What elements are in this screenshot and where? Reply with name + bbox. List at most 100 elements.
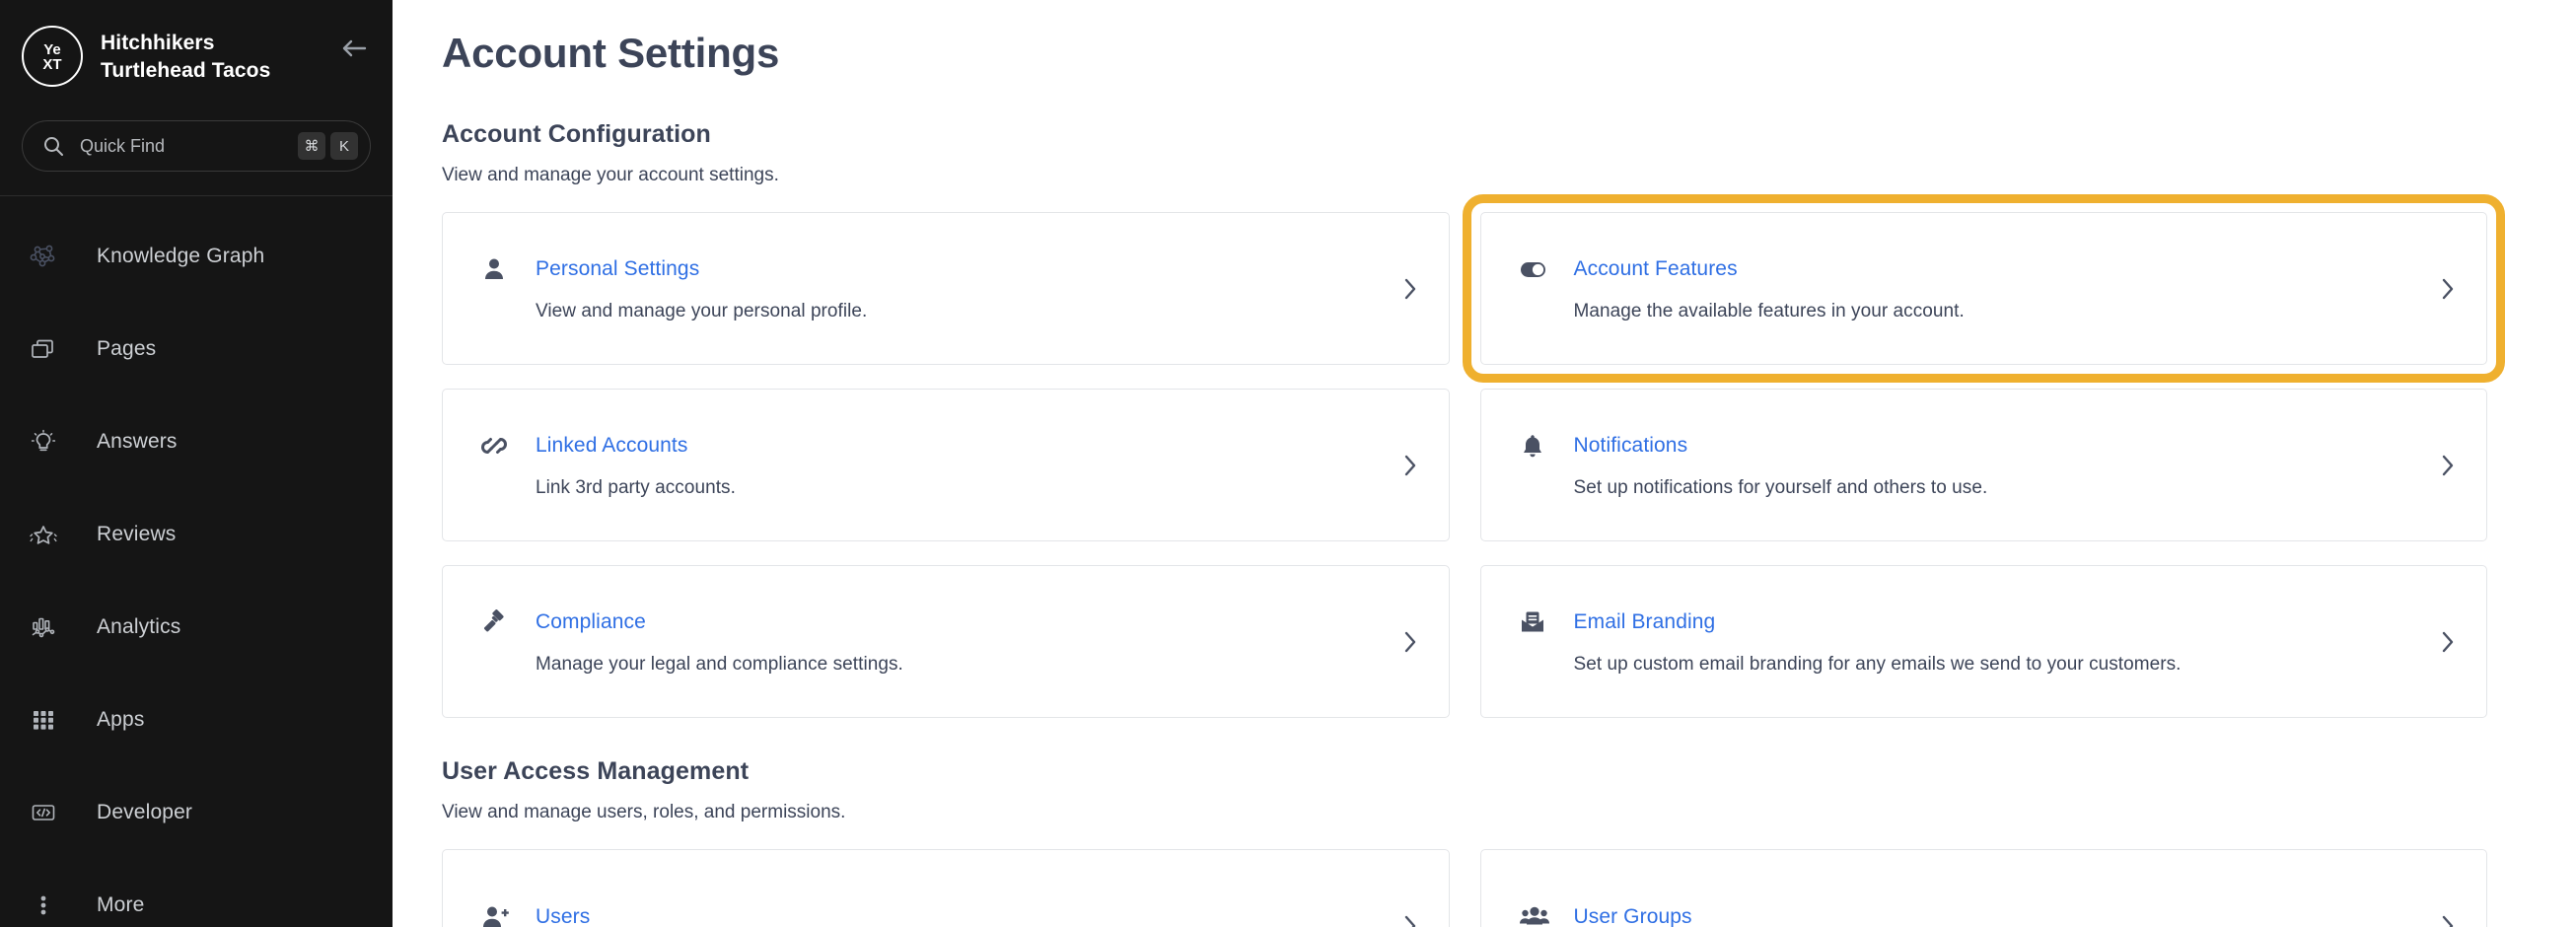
sidebar-item-label: Apps bbox=[97, 708, 145, 731]
code-icon bbox=[22, 798, 65, 827]
card-body: Compliance Manage your legal and complia… bbox=[480, 608, 1382, 676]
pages-icon bbox=[22, 334, 65, 364]
card-description: View and manage your personal profile. bbox=[536, 300, 868, 321]
sidebar-item-apps[interactable]: Apps bbox=[0, 674, 393, 766]
card-body: Email Branding Set up custom email brand… bbox=[1519, 608, 2420, 676]
account-name-line2: Turtlehead Tacos bbox=[101, 58, 271, 82]
card-head: Account Features bbox=[1519, 255, 2420, 283]
chevron-right-icon[interactable] bbox=[1401, 629, 1419, 655]
card-title-link[interactable]: Users bbox=[536, 905, 590, 927]
card-user-groups[interactable]: User Groups bbox=[1479, 849, 2487, 927]
card-description: Link 3rd party accounts. bbox=[536, 476, 736, 498]
card-title-link[interactable]: User Groups bbox=[1574, 905, 1692, 927]
card-body: Notifications Set up notifications for y… bbox=[1519, 432, 2420, 499]
sidebar-item-label: Analytics bbox=[97, 615, 181, 638]
app-root: Ye XT Hitchhikers Turtlehead Tacos Quick… bbox=[0, 0, 2576, 927]
card-head: User Groups bbox=[1519, 903, 2420, 927]
card-notifications[interactable]: Notifications Set up notifications for y… bbox=[1479, 389, 2487, 541]
chevron-right-icon[interactable] bbox=[2439, 913, 2457, 927]
card-slot-account-features: Account Features Manage the available fe… bbox=[1462, 194, 2505, 383]
card-title-link[interactable]: Linked Accounts bbox=[536, 434, 687, 458]
card-title-link[interactable]: Email Branding bbox=[1574, 610, 1716, 634]
card-body: Linked Accounts Link 3rd party accounts. bbox=[480, 432, 1382, 499]
sidebar-item-label: More bbox=[97, 893, 145, 916]
sidebar-item-analytics[interactable]: Analytics bbox=[0, 581, 393, 674]
sidebar-item-label: Developer bbox=[97, 801, 193, 823]
knowledge-graph-icon bbox=[22, 242, 65, 271]
card-title-link[interactable]: Compliance bbox=[536, 610, 646, 634]
card-slot-user-groups: User Groups bbox=[1479, 849, 2487, 927]
chevron-right-icon[interactable] bbox=[2439, 276, 2457, 302]
sidebar-item-answers[interactable]: Answers bbox=[0, 395, 393, 488]
account-name: Hitchhikers Turtlehead Tacos bbox=[101, 30, 331, 84]
card-description: Set up notifications for yourself and ot… bbox=[1573, 476, 1988, 498]
section-account-configuration: Account Configuration View and manage yo… bbox=[442, 120, 2505, 718]
card-email-branding[interactable]: Email Branding Set up custom email brand… bbox=[1479, 565, 2487, 718]
sidebar: Ye XT Hitchhikers Turtlehead Tacos Quick… bbox=[0, 0, 393, 927]
card-title-link[interactable]: Personal Settings bbox=[536, 257, 699, 281]
section-subtitle: View and manage your account settings. bbox=[442, 165, 779, 185]
chevron-right-icon[interactable] bbox=[2439, 453, 2457, 478]
card-slot-compliance: Compliance Manage your legal and complia… bbox=[442, 565, 1450, 718]
card-body: Users bbox=[480, 903, 1382, 927]
toggle-icon bbox=[1519, 255, 1558, 283]
chevron-right-icon[interactable] bbox=[1401, 276, 1419, 302]
chevron-right-icon[interactable] bbox=[2439, 629, 2457, 655]
section-title: User Access Management bbox=[442, 757, 750, 785]
card-body: Personal Settings View and manage your p… bbox=[480, 255, 1382, 322]
lightbulb-icon bbox=[22, 427, 65, 457]
chevron-right-icon[interactable] bbox=[1401, 913, 1419, 927]
quick-find-search[interactable]: Quick Find ⌘ K bbox=[22, 120, 371, 172]
gavel-icon bbox=[480, 608, 520, 636]
sidebar-item-pages[interactable]: Pages bbox=[0, 303, 393, 395]
sidebar-item-knowledge-graph[interactable]: Knowledge Graph bbox=[0, 210, 393, 303]
card-title-link[interactable]: Notifications bbox=[1574, 434, 1688, 458]
shortcut-letter-key: K bbox=[330, 132, 358, 160]
card-head: Users bbox=[480, 903, 1382, 927]
card-compliance[interactable]: Compliance Manage your legal and complia… bbox=[442, 565, 1450, 718]
card-head: Compliance bbox=[480, 608, 1382, 636]
envelope-icon bbox=[1519, 608, 1558, 636]
sidebar-item-more[interactable]: More bbox=[0, 859, 393, 927]
card-description: Set up custom email branding for any ema… bbox=[1573, 653, 2182, 675]
link-icon bbox=[480, 432, 520, 460]
section-user-access-management: User Access Management View and manage u… bbox=[442, 757, 2487, 927]
card-head: Notifications bbox=[1519, 432, 2420, 460]
page-title: Account Settings bbox=[442, 30, 780, 76]
card-linked-accounts[interactable]: Linked Accounts Link 3rd party accounts. bbox=[442, 389, 1450, 541]
sidebar-item-developer[interactable]: Developer bbox=[0, 766, 393, 859]
quick-find-placeholder: Quick Find bbox=[80, 135, 166, 156]
sidebar-header: Ye XT Hitchhikers Turtlehead Tacos bbox=[0, 0, 393, 95]
star-icon bbox=[22, 520, 65, 549]
chevron-right-icon[interactable] bbox=[1401, 453, 1419, 478]
section-title: Account Configuration bbox=[442, 120, 711, 148]
card-body: User Groups bbox=[1519, 903, 2420, 927]
section-subtitle: View and manage users, roles, and permis… bbox=[442, 802, 846, 822]
card-slot-notifications: Notifications Set up notifications for y… bbox=[1479, 389, 2487, 541]
yext-logo-icon[interactable]: Ye XT bbox=[22, 26, 83, 87]
sidebar-item-label: Pages bbox=[97, 337, 157, 360]
sidebar-item-label: Reviews bbox=[97, 523, 177, 545]
person-add-icon bbox=[480, 903, 520, 927]
search-icon bbox=[42, 135, 64, 157]
more-dots-icon bbox=[22, 891, 65, 920]
shortcut-modifier-key: ⌘ bbox=[298, 132, 325, 160]
card-slot-email-branding: Email Branding Set up custom email brand… bbox=[1479, 565, 2487, 718]
card-body: Account Features Manage the available fe… bbox=[1519, 255, 2420, 322]
bell-icon bbox=[1519, 432, 1558, 460]
main-content: Account Settings Account Configuration V… bbox=[393, 0, 2576, 927]
card-head: Personal Settings bbox=[480, 255, 1382, 283]
card-title-link[interactable]: Account Features bbox=[1574, 257, 1738, 281]
user-groups-icon bbox=[1519, 903, 1558, 927]
sidebar-nav: Knowledge Graph Pages Answers Reviews An… bbox=[0, 196, 393, 927]
card-personal-settings[interactable]: Personal Settings View and manage your p… bbox=[442, 212, 1450, 365]
card-account-features[interactable]: Account Features Manage the available fe… bbox=[1479, 212, 2487, 365]
card-head: Linked Accounts bbox=[480, 432, 1382, 460]
person-icon bbox=[480, 255, 520, 283]
sidebar-item-reviews[interactable]: Reviews bbox=[0, 488, 393, 581]
card-description: Manage the available features in your ac… bbox=[1573, 300, 1965, 321]
card-slot-users: Users bbox=[442, 849, 1450, 927]
analytics-icon bbox=[22, 612, 65, 642]
card-users[interactable]: Users bbox=[442, 849, 1450, 927]
back-arrow-icon[interactable] bbox=[341, 37, 367, 64]
